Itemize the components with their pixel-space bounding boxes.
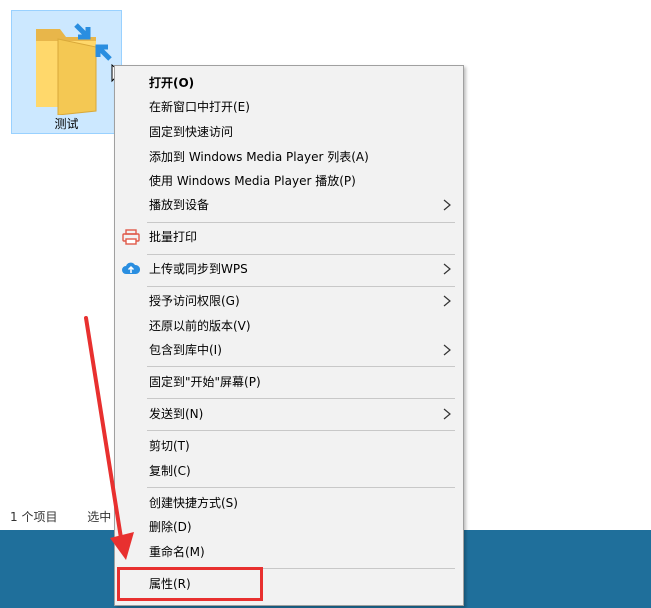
- menu-item-open-new-window[interactable]: 在新窗口中打开(E): [115, 95, 463, 119]
- menu-item-label: 删除(D): [149, 520, 192, 534]
- menu-item-label: 固定到"开始"屏幕(P): [149, 375, 261, 389]
- menu-item-restore-versions[interactable]: 还原以前的版本(V): [115, 314, 463, 338]
- menu-item-rename[interactable]: 重命名(M): [115, 540, 463, 564]
- chevron-right-icon: [443, 199, 451, 211]
- menu-item-label: 批量打印: [149, 230, 198, 244]
- chevron-right-icon: [443, 408, 451, 420]
- menu-item-label: 使用 Windows Media Player 播放(P): [149, 174, 356, 188]
- compress-arrows-icon: [74, 23, 112, 61]
- menu-separator: [147, 398, 455, 399]
- menu-item-cut[interactable]: 剪切(T): [115, 434, 463, 458]
- menu-item-pin-start[interactable]: 固定到"开始"屏幕(P): [115, 370, 463, 394]
- menu-item-send-to[interactable]: 发送到(N): [115, 402, 463, 426]
- menu-item-cast-to-device[interactable]: 播放到设备: [115, 193, 463, 217]
- menu-item-add-to-wmp-list[interactable]: 添加到 Windows Media Player 列表(A): [115, 145, 463, 169]
- menu-item-delete[interactable]: 删除(D): [115, 515, 463, 539]
- menu-item-grant-access[interactable]: 授予访问权限(G): [115, 289, 463, 313]
- menu-item-label: 打开(O): [149, 76, 195, 90]
- menu-item-label: 发送到(N): [149, 407, 204, 421]
- chevron-right-icon: [443, 263, 451, 275]
- selected-count: 选中: [87, 510, 112, 524]
- folder-item[interactable]: 测试: [11, 10, 122, 134]
- printer-icon: [122, 229, 140, 245]
- menu-separator: [147, 366, 455, 367]
- cloud-upload-icon: [122, 262, 140, 274]
- menu-item-label: 复制(C): [149, 464, 191, 478]
- menu-item-label: 固定到快速访问: [149, 125, 234, 139]
- menu-item-label: 包含到库中(I): [149, 343, 222, 357]
- menu-item-batch-print[interactable]: 批量打印: [115, 225, 463, 249]
- folder-name: 测试: [54, 117, 79, 131]
- menu-separator: [147, 254, 455, 255]
- context-menu: 打开(O) 在新窗口中打开(E) 固定到快速访问 添加到 Windows Med…: [114, 65, 464, 606]
- menu-item-copy[interactable]: 复制(C): [115, 459, 463, 483]
- menu-item-label: 创建快捷方式(S): [149, 496, 238, 510]
- menu-item-open[interactable]: 打开(O): [115, 71, 463, 95]
- menu-separator: [147, 487, 455, 488]
- menu-item-create-shortcut[interactable]: 创建快捷方式(S): [115, 491, 463, 515]
- menu-separator: [147, 222, 455, 223]
- menu-item-label: 还原以前的版本(V): [149, 319, 251, 333]
- menu-item-label: 重命名(M): [149, 545, 205, 559]
- annotation-highlight-box: [117, 567, 263, 601]
- menu-separator: [147, 430, 455, 431]
- menu-item-label: 播放到设备: [149, 198, 210, 212]
- item-count: 1 个项目: [10, 510, 58, 524]
- menu-item-label: 授予访问权限(G): [149, 294, 240, 308]
- menu-item-label: 添加到 Windows Media Player 列表(A): [149, 150, 369, 164]
- chevron-right-icon: [443, 344, 451, 356]
- menu-separator: [147, 286, 455, 287]
- menu-item-label: 在新窗口中打开(E): [149, 100, 250, 114]
- menu-item-include-library[interactable]: 包含到库中(I): [115, 338, 463, 362]
- menu-item-label: 剪切(T): [149, 439, 190, 453]
- menu-item-pin-quick-access[interactable]: 固定到快速访问: [115, 120, 463, 144]
- chevron-right-icon: [443, 295, 451, 307]
- menu-item-play-wmp[interactable]: 使用 Windows Media Player 播放(P): [115, 169, 463, 193]
- menu-item-upload-wps[interactable]: 上传或同步到WPS: [115, 257, 463, 281]
- menu-item-label: 上传或同步到WPS: [149, 262, 248, 276]
